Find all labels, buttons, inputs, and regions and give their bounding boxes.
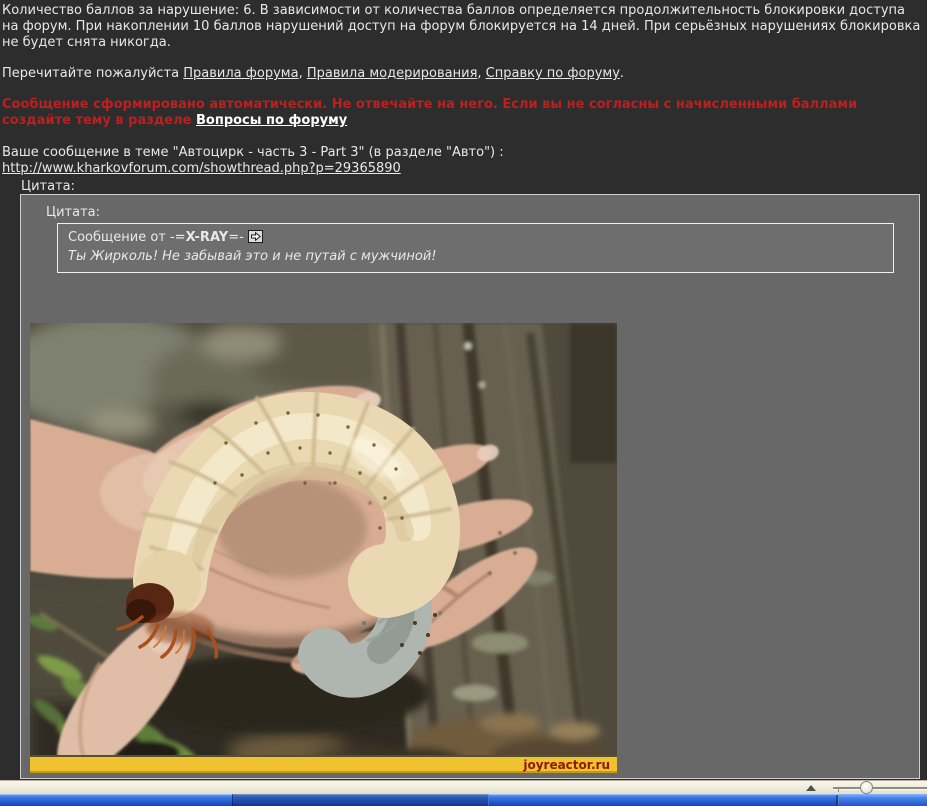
thread-info: Ваше сообщение в теме "Автоцирк - часть … <box>2 145 504 160</box>
rules-line: Перечитайте пожалуйста Правила форума, П… <box>2 66 924 82</box>
inner-quote-label: Цитата: <box>46 205 100 220</box>
zoom-slider[interactable] <box>833 787 927 790</box>
taskbar-tray[interactable] <box>839 794 927 806</box>
points-notice: Количество баллов за нарушение: 6. В зав… <box>2 3 921 50</box>
rules-line-prefix: Перечитайте пожалуйста <box>2 66 184 81</box>
taskbar-active-segment[interactable] <box>232 794 489 806</box>
forum-help-link[interactable]: Справку по форуму <box>486 66 620 81</box>
quote-author: X-RAY <box>185 230 229 245</box>
post-body: Количество баллов за нарушение: 6. В зав… <box>2 0 924 177</box>
watermark-bar: joyreactor.ru <box>30 755 617 773</box>
toolbar-arrow-icon[interactable] <box>806 785 816 791</box>
quote-origin-prefix: Сообщение от <box>68 230 170 245</box>
watermark-text: joyreactor.ru <box>522 758 610 772</box>
inner-quote-block: Сообщение от -=X-RAY=- Ты Жирколь! Не за… <box>57 223 894 273</box>
forum-page: Количество баллов за нарушение: 6. В зав… <box>0 0 927 806</box>
bottom-toolbar <box>0 780 927 794</box>
terminator: . <box>619 66 625 81</box>
author-decoration-left: -= <box>169 230 186 245</box>
zoom-slider-tick <box>838 789 839 792</box>
quote-origin: Сообщение от -=X-RAY=- <box>68 229 883 248</box>
quote-block: Цитата: Сообщение от -=X-RAY=- Ты Жиркол… <box>20 194 920 779</box>
moderation-rules-link[interactable]: Правила модерирования <box>307 66 478 81</box>
separator: , <box>298 66 307 81</box>
quote-body: Ты Жирколь! Не забывай это и не путай с … <box>68 249 437 264</box>
separator: , <box>477 66 486 81</box>
view-post-icon[interactable] <box>247 230 263 248</box>
auto-message-text: Сообщение сформировано автоматически. Не… <box>2 97 858 128</box>
grub-photo: joyreactor.ru <box>30 323 617 773</box>
thread-url-line: http://www.kharkovforum.com/showthread.p… <box>2 161 924 177</box>
taskbar[interactable] <box>0 794 927 806</box>
forum-questions-link[interactable]: Вопросы по форуму <box>196 113 347 128</box>
zoom-slider-knob[interactable] <box>860 781 873 794</box>
quote-label: Цитата: <box>21 179 75 194</box>
author-decoration-right: =- <box>228 230 244 245</box>
auto-message-notice: Сообщение сформировано автоматически. Не… <box>2 97 924 129</box>
thread-url-link[interactable]: http://www.kharkovforum.com/showthread.p… <box>2 161 401 176</box>
forum-rules-link[interactable]: Правила форума <box>183 66 298 81</box>
